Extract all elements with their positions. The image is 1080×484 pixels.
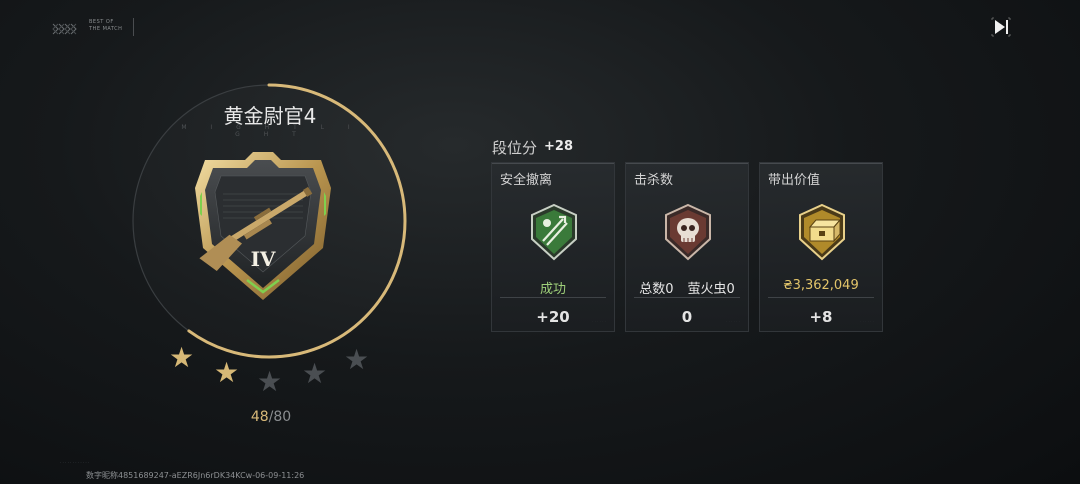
card-decor-text: · · · · · · (592, 319, 606, 323)
rank-tier-text: IV (251, 247, 276, 271)
loot-value-card: 带出价值 ₴3,362,049 +8 · · · · · · (759, 162, 883, 332)
match-logo-icon (52, 23, 77, 35)
loot-value: 3,362,049 (792, 278, 859, 293)
rank-badge-icon: IV (195, 152, 331, 300)
rank-score-delta: +28 (544, 139, 573, 154)
player-id-watermark: 数字昵称4851689247-aEZR6Jn6rDK34KCw-06-09-11… (86, 471, 305, 480)
card-title: 带出价值 (768, 173, 821, 188)
loot-value-amount: ₴3,362,049 (760, 278, 882, 293)
extraction-card: 安全撤离 成功 +20 · · · · · · (491, 162, 615, 332)
star-empty-icon: ★ (302, 357, 328, 390)
card-decor-text: · · · · · · (860, 319, 874, 323)
card-divider (500, 297, 606, 298)
progress-current: 48 (250, 409, 269, 425)
card-title: 安全撤离 (500, 173, 553, 188)
progress-total: /80 (268, 409, 292, 425)
card-title: 击杀数 (634, 173, 674, 188)
card-divider (768, 297, 874, 298)
star-filled-icon: ★ (169, 341, 195, 374)
extraction-score: +20 (536, 308, 570, 326)
firefly-kills: 萤火虫0 (687, 282, 735, 297)
star-empty-icon: ★ (344, 343, 370, 376)
star-filled-icon: ★ (214, 356, 240, 389)
total-kills: 总数0 (639, 282, 674, 297)
rank-score-label: 段位分 (492, 139, 538, 157)
card-divider (634, 297, 740, 298)
kills-breakdown: 总数0 萤火虫0 (626, 278, 748, 297)
best-of-match-label: BEST OF THE MATCH (89, 19, 139, 33)
skull-badge-icon (665, 203, 711, 261)
extraction-status: 成功 (539, 282, 566, 297)
coin-icon: ₴ (783, 278, 793, 292)
star-empty-icon: ★ (257, 365, 283, 398)
kills-card: 击杀数 总数0 萤火虫0 0 · · · · · · (625, 162, 749, 332)
rank-progress-text: 48/80 (236, 409, 306, 425)
skip-button[interactable] (990, 16, 1012, 38)
best-line-2: THE MATCH (89, 26, 123, 32)
extraction-badge-icon (531, 203, 577, 261)
skip-forward-icon (991, 17, 1011, 37)
header-divider (133, 18, 134, 36)
card-decor-text: · · · · · · (726, 319, 740, 323)
kills-score: 0 (681, 308, 693, 326)
best-line-1: BEST OF (89, 19, 114, 25)
footer-decor-text: · · · · · · · · · · · · (60, 460, 90, 465)
loot-crate-badge-icon (799, 203, 845, 261)
loot-score: +8 (809, 308, 833, 326)
